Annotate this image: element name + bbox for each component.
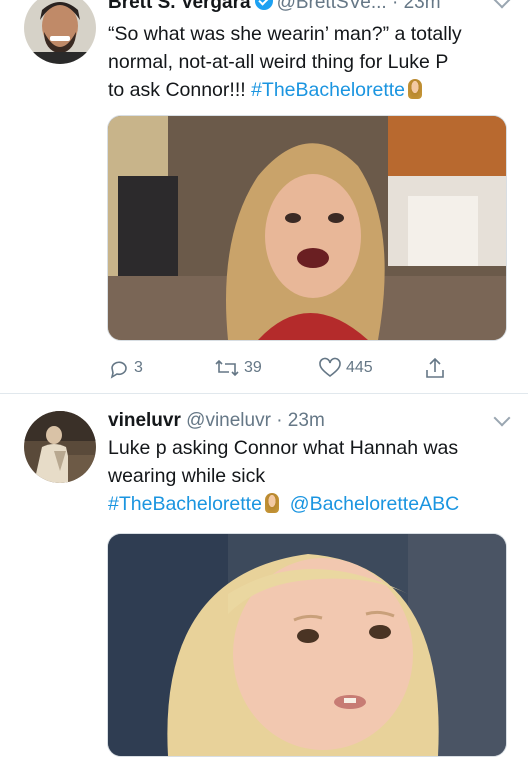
bachelorette-emoji-icon xyxy=(264,493,279,513)
like-button[interactable]: 445 xyxy=(318,355,373,381)
tweet-text: Luke p asking Connor what Hannah was wea… xyxy=(108,434,508,518)
share-button[interactable] xyxy=(424,355,446,381)
tweet-text-line: #TheBachelorette @BacheloretteABC xyxy=(108,490,508,518)
tweet-text-line: normal, not-at-all weird thing for Luke … xyxy=(108,51,449,73)
share-icon xyxy=(426,357,444,378)
handle[interactable]: @BrettSVe... xyxy=(277,0,387,13)
tweet-text: “So what was she wearin’ man?” a totally… xyxy=(108,20,508,104)
tweet-actions: 3 39 445 xyxy=(108,355,508,381)
verified-badge-icon xyxy=(254,0,273,10)
tweet-media-gif[interactable] xyxy=(107,115,507,341)
retweet-icon xyxy=(215,359,239,377)
tweet-media-gif[interactable] xyxy=(107,533,507,757)
avatar[interactable] xyxy=(24,0,96,64)
retweet-count: 39 xyxy=(244,359,262,376)
mention-link[interactable]: @BacheloretteABC xyxy=(290,493,459,515)
reply-icon xyxy=(110,361,127,379)
reply-button[interactable]: 3 xyxy=(108,355,143,381)
tweet-2[interactable]: vineluvr @vineluvr · 23m Luke p asking C… xyxy=(0,394,528,763)
tweet-1[interactable]: Brett S. Vergara @BrettSVe... · 23m “So w… xyxy=(0,0,528,393)
hashtag-link[interactable]: #TheBachelorette xyxy=(251,79,405,101)
tweet-text-line: Luke p asking Connor what Hannah was xyxy=(108,437,459,459)
timestamp[interactable]: · 23m xyxy=(276,410,325,431)
tweet-header: Brett S. Vergara @BrettSVe... · 23m xyxy=(108,0,441,14)
bachelorette-emoji-icon xyxy=(408,79,423,99)
tweet-text-line: “So what was she wearin’ man?” a totally xyxy=(108,23,462,45)
like-count: 445 xyxy=(346,359,373,376)
chevron-down-icon[interactable] xyxy=(493,0,511,9)
tweet-text-line: to ask Connor!!! #TheBachelorette xyxy=(108,76,508,104)
timestamp[interactable]: · 23m xyxy=(392,0,441,13)
hashtag-link[interactable]: #TheBachelorette xyxy=(108,493,262,515)
tweet-header: vineluvr @vineluvr · 23m xyxy=(108,410,325,432)
reply-count: 3 xyxy=(134,359,143,376)
heart-icon xyxy=(319,357,341,378)
avatar[interactable] xyxy=(24,411,96,483)
display-name[interactable]: vineluvr xyxy=(108,410,181,431)
display-name[interactable]: Brett S. Vergara xyxy=(108,0,251,13)
chevron-down-icon[interactable] xyxy=(493,409,511,427)
tweet-text-line: wearing while sick xyxy=(108,465,266,487)
tweet-text-segment: to ask Connor!!! xyxy=(108,79,252,101)
handle[interactable]: @vineluvr xyxy=(186,410,271,431)
retweet-button[interactable]: 39 xyxy=(214,355,262,381)
